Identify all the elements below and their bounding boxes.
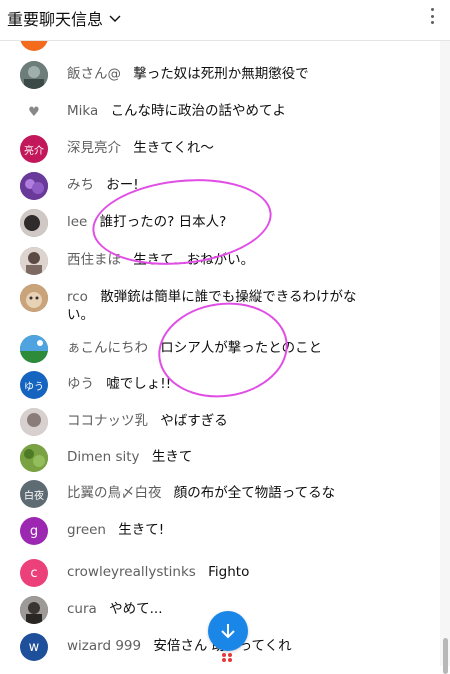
avatar-text: 白夜 <box>24 490 44 502</box>
chat-message: lee 誰打ったの? 日本人? <box>0 209 440 241</box>
chat-message: 飯さん@ 撃った奴は死刑か無期懲役で <box>0 61 440 93</box>
dots-icon <box>222 653 234 663</box>
chat-message: ♥ Mika こんな時に政治の話やめてよ <box>0 98 440 130</box>
chat-message: ココナッツ乳 やばすぎる <box>0 408 440 440</box>
message-text: Fighto <box>208 564 250 580</box>
chat-message: 西住まほ 生きて...おねがい。 <box>0 247 440 279</box>
chevron-down-icon <box>109 15 121 22</box>
chat-message: c crowleyreallystinks Fighto <box>0 559 440 591</box>
chat-title: 重要聊天信息 <box>7 10 104 29</box>
message-text-continued: い。 <box>67 307 94 323</box>
avatar[interactable] <box>20 444 48 472</box>
chat-message: rco 散弾銃は簡単に誰でも操縦できるわけがな い。 <box>0 284 440 328</box>
avatar-letter: c <box>30 565 38 581</box>
chat-message: 亮介 深見亮介 生きてくれ〜 <box>0 135 440 167</box>
message-text: 生きて <box>151 449 193 465</box>
message-author[interactable]: 西住まほ <box>67 252 121 268</box>
scrollbar[interactable] <box>440 40 450 674</box>
message-text: 生きてくれ〜 <box>133 140 214 156</box>
chat-message: ゆう ゆう 嘘でしょ!! <box>0 371 440 403</box>
message-text: やめて... <box>109 601 163 617</box>
message-author[interactable]: rco <box>67 289 88 305</box>
scrollbar-thumb[interactable] <box>443 638 448 674</box>
arrow-down-icon <box>221 624 235 639</box>
message-author[interactable]: crowleyreallystinks <box>67 564 196 580</box>
avatar-letter: g <box>29 523 39 539</box>
avatar[interactable] <box>20 61 48 89</box>
message-text: 生きて! <box>118 522 165 538</box>
message-author[interactable]: green <box>67 522 106 538</box>
avatar-text: 亮介 <box>24 145 44 157</box>
chat-messages: 飯さん@ 撃った奴は死刑か無期懲役で ♥ Mika こんな時に政治の話やめてよ … <box>0 40 440 666</box>
message-author[interactable]: みち <box>67 177 94 193</box>
chat-message: Dimen sity 生きて <box>0 444 440 476</box>
avatar[interactable] <box>20 596 48 624</box>
message-text: 嘘でしょ!! <box>106 376 172 392</box>
message-author[interactable]: Mika <box>67 103 98 119</box>
avatar[interactable]: g <box>20 517 48 545</box>
chat-header: 重要聊天信息 <box>0 0 450 41</box>
message-text: こんな時に政治の話やめてよ <box>110 103 287 119</box>
message-author[interactable]: 飯さん@ <box>67 66 121 82</box>
avatar[interactable]: c <box>20 559 48 587</box>
chat-message: g green 生きて! <box>0 517 440 549</box>
chat-mode-selector[interactable]: 重要聊天信息 <box>7 6 123 30</box>
message-author[interactable]: 深見亮介 <box>67 140 121 156</box>
avatar-text: ゆう <box>24 381 44 393</box>
message-text: おー! <box>106 177 139 193</box>
message-text: 顔の布が全て物語ってるな <box>173 485 336 501</box>
message-author[interactable]: lee <box>67 214 87 230</box>
message-text: やばすぎる <box>160 413 228 429</box>
message-text: 撃った奴は死刑か無期懲役で <box>133 66 309 82</box>
avatar[interactable] <box>20 408 48 436</box>
avatar[interactable]: ゆう <box>20 371 48 399</box>
message-author[interactable]: cura <box>67 601 97 617</box>
chat-message: みち おー! <box>0 172 440 204</box>
avatar[interactable] <box>20 335 48 363</box>
avatar[interactable] <box>20 172 48 200</box>
chat-message: 白夜 比翼の鳥〆白夜 顔の布が全て物語ってるな <box>0 480 440 512</box>
avatar[interactable] <box>20 209 48 237</box>
message-author[interactable]: 比翼の鳥〆白夜 <box>67 485 162 501</box>
chat-message: ぁこんにちわ ロシア人が撃ったとのこと <box>0 335 440 367</box>
avatar[interactable]: 亮介 <box>20 135 48 163</box>
avatar[interactable] <box>20 40 48 51</box>
message-text: ロシア人が撃ったとのこと <box>160 340 323 356</box>
avatar[interactable]: 白夜 <box>20 480 48 508</box>
message-author[interactable]: ココナッツ乳 <box>67 413 148 429</box>
message-author[interactable]: wizard 999 <box>67 638 141 654</box>
message-text: 生きて...おねがい。 <box>133 252 255 268</box>
more-options-icon[interactable] <box>428 4 436 28</box>
avatar[interactable]: ♥ <box>20 98 48 126</box>
avatar[interactable] <box>20 284 48 312</box>
message-author[interactable]: ゆう <box>67 376 94 392</box>
message-text: 散弾銃は簡単に誰でも操縦できるわけがな <box>100 289 357 305</box>
avatar[interactable] <box>20 247 48 275</box>
avatar[interactable]: w <box>20 633 48 661</box>
scroll-to-bottom-button[interactable] <box>208 611 248 651</box>
message-text: 誰打ったの? 日本人? <box>99 214 227 230</box>
message-author[interactable]: Dimen sity <box>67 449 140 465</box>
avatar-letter: w <box>28 639 40 655</box>
chat-message <box>0 40 440 51</box>
message-author[interactable]: ぁこんにちわ <box>67 340 148 356</box>
